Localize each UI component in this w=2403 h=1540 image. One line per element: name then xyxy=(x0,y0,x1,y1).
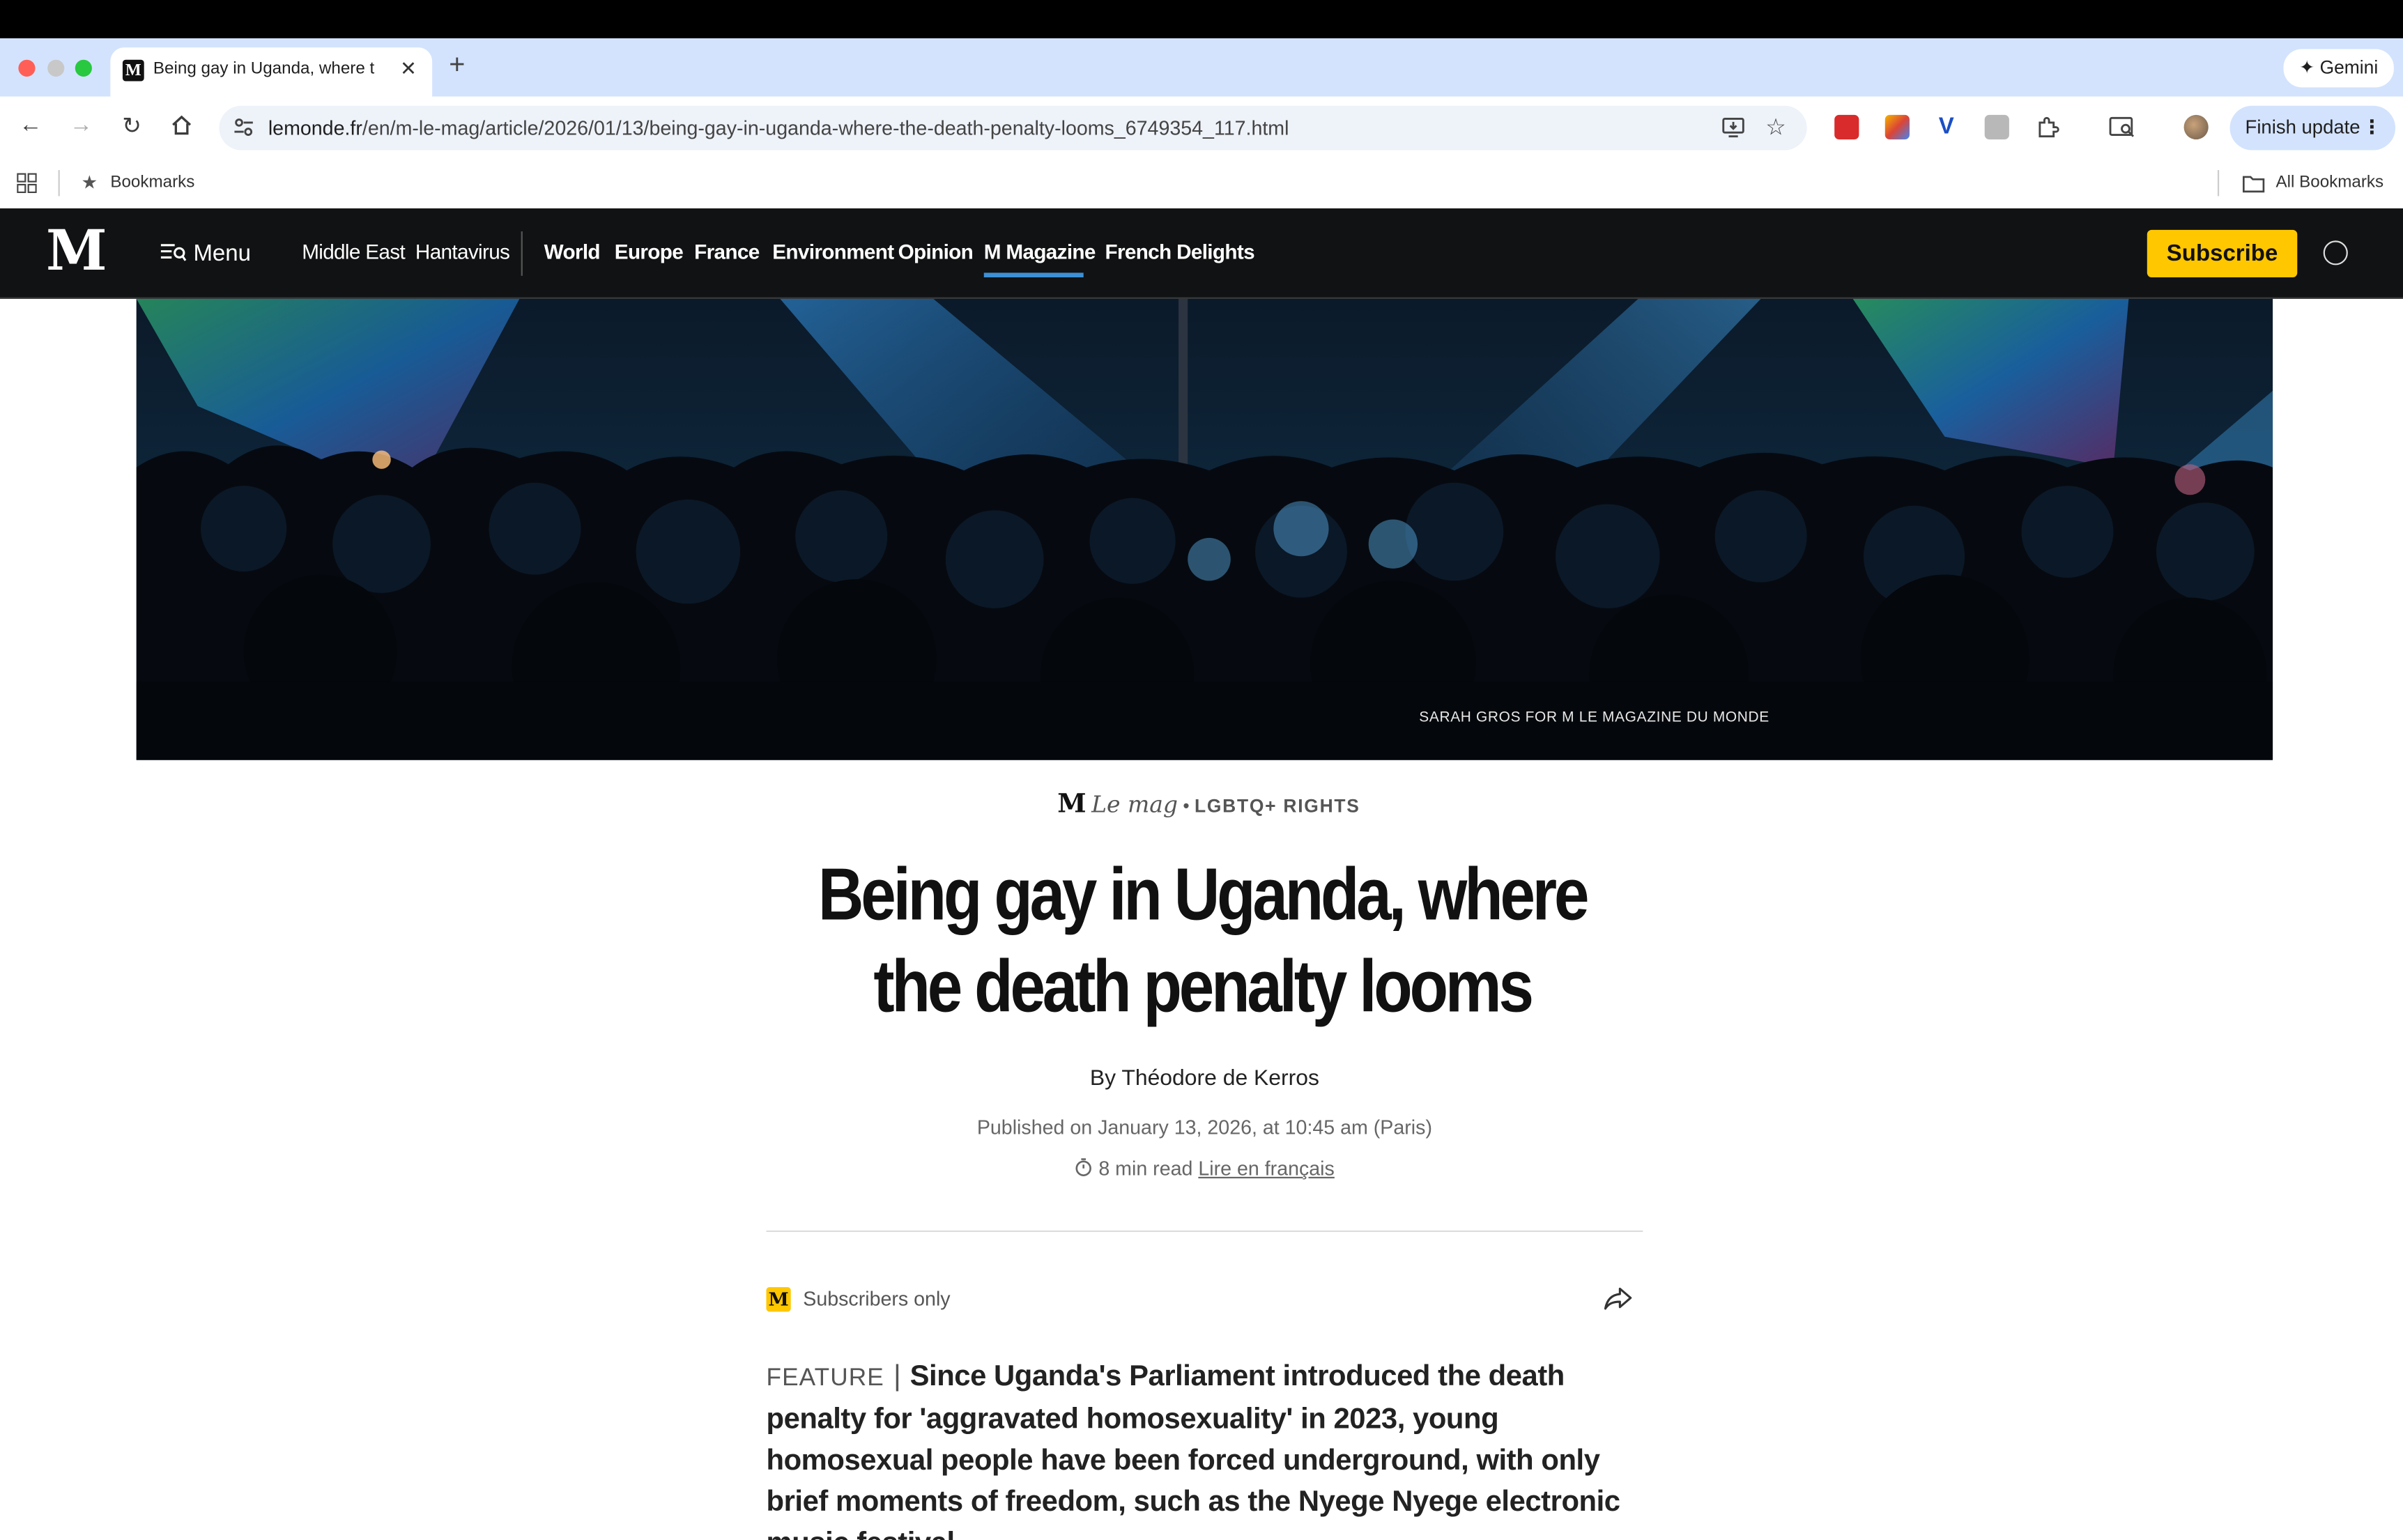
article-byline[interactable]: By Théodore de Kerros xyxy=(767,1067,1643,1091)
sparkle-icon: ✦ xyxy=(2299,56,2315,79)
menu-search-icon xyxy=(160,240,187,266)
rubric-link[interactable]: LGBTQ+ RIGHTS xyxy=(1195,795,1360,817)
tab-search-icon[interactable] xyxy=(2109,115,2135,139)
publish-date: Published on January 13, 2026, at 10:45 … xyxy=(976,1115,1432,1139)
hero-image xyxy=(136,298,2273,760)
bookmarks-divider xyxy=(58,170,60,197)
feature-label: FEATURE xyxy=(766,1365,884,1392)
read-time-row: 8 min read Lire en français xyxy=(767,1157,1643,1180)
close-window-button[interactable] xyxy=(18,59,36,77)
tab-favicon-icon: M xyxy=(122,59,144,82)
back-icon[interactable]: ← xyxy=(17,112,45,138)
share-icon[interactable] xyxy=(1603,1284,1634,1320)
active-nav-indicator xyxy=(983,272,1084,278)
apps-grid-icon[interactable] xyxy=(17,173,37,201)
m-le-mag-logo[interactable]: M xyxy=(1057,789,1086,819)
extension-v-icon[interactable]: V xyxy=(1934,114,1958,139)
nav-link-middle-east[interactable]: Middle East xyxy=(302,240,406,263)
bookmarks-divider-right xyxy=(2217,170,2220,197)
finish-update-label: Finish update xyxy=(2245,116,2360,138)
lead-separator: | xyxy=(893,1360,901,1393)
bookmarks-folder-link[interactable]: Bookmarks xyxy=(110,173,194,191)
screen-top-bar xyxy=(0,0,2403,38)
le-mag-wordmark[interactable]: Le mag xyxy=(1091,791,1178,819)
nav-link-environment[interactable]: Environment xyxy=(772,240,894,263)
finish-update-button[interactable]: Finish update ⋮ xyxy=(2229,105,2396,151)
nav-separator xyxy=(521,231,523,276)
bookmarks-star-icon: ★ xyxy=(81,171,98,194)
folder-icon xyxy=(2242,173,2265,201)
menu-label: Menu xyxy=(193,240,251,267)
tab-active[interactable]: M Being gay in Uganda, where t ✕ xyxy=(110,47,433,97)
bookmark-star-icon[interactable]: ☆ xyxy=(1765,114,1786,141)
extensions-puzzle-icon[interactable] xyxy=(2035,115,2059,139)
nav-link-m-magazine[interactable]: M Magazine xyxy=(984,240,1096,263)
url-text: lemonde.fr/en/m-le-mag/article/2026/01/1… xyxy=(268,116,1289,139)
site-settings-icon[interactable] xyxy=(233,116,254,146)
read-in-french-link[interactable]: Lire en français xyxy=(1198,1157,1334,1180)
le-monde-logo[interactable]: M xyxy=(46,221,107,282)
photo-credit: SARAH GROS FOR M LE MAGAZINE DU MONDE xyxy=(1419,709,1769,727)
extension-color-icon[interactable] xyxy=(1884,114,1910,140)
nav-link-france[interactable]: France xyxy=(694,240,760,263)
tab-close-icon[interactable]: ✕ xyxy=(400,56,417,81)
stopwatch-icon xyxy=(1075,1157,1093,1180)
hero-crowd-illustration xyxy=(136,298,2273,760)
home-icon[interactable] xyxy=(167,114,195,143)
all-bookmarks-link[interactable]: All Bookmarks xyxy=(2276,173,2384,191)
nav-link-europe[interactable]: Europe xyxy=(615,240,684,263)
article-title: Being gay in Uganda, where the death pen… xyxy=(817,855,1590,1029)
install-app-icon[interactable] xyxy=(1721,115,1745,147)
tab-title: Being gay in Uganda, where t xyxy=(153,59,375,79)
gemini-label: Gemini xyxy=(2319,56,2379,79)
nav-link-french-delights[interactable]: French Delights xyxy=(1105,240,1254,263)
subscribers-only-label: Subscribers only xyxy=(803,1287,951,1311)
menu-button[interactable]: Menu xyxy=(160,240,251,267)
subscribers-badge-icon: M xyxy=(766,1287,791,1312)
url-path: /en/m-le-mag/article/2026/01/13/being-ga… xyxy=(362,116,1289,140)
article-lead: FEATURE | Since Uganda's Parliament introd… xyxy=(767,1356,1655,1540)
nav-link-world[interactable]: World xyxy=(544,240,601,263)
maximize-window-button[interactable] xyxy=(75,59,92,77)
extension-red-icon[interactable] xyxy=(1834,114,1859,140)
article-kicker: M Le mag • LGBTQ+ RIGHTS xyxy=(1057,789,1364,819)
minimize-window-button[interactable] xyxy=(47,59,65,77)
browser-window: M Being gay in Uganda, where t ✕ + ✦ Gem… xyxy=(0,0,2403,1540)
forward-icon[interactable]: → xyxy=(68,112,95,138)
nav-link-opinion[interactable]: Opinion xyxy=(898,240,974,263)
url-host: lemonde.fr xyxy=(268,116,362,140)
account-icon[interactable] xyxy=(2323,240,2348,265)
bookmarks-bar xyxy=(0,159,2403,209)
reload-icon[interactable]: ↻ xyxy=(118,112,146,139)
profile-avatar[interactable] xyxy=(2183,114,2209,140)
gemini-button[interactable]: ✦ Gemini xyxy=(2283,49,2394,88)
address-bar[interactable]: lemonde.fr/en/m-le-mag/article/2026/01/1… xyxy=(219,105,1807,151)
extension-gray-icon[interactable] xyxy=(1984,114,2009,140)
more-menu-icon[interactable]: ⋮ xyxy=(2363,106,2381,151)
kicker-separator: • xyxy=(1183,795,1190,817)
read-time: 8 min read xyxy=(1098,1157,1193,1180)
nav-link-hantavirus[interactable]: Hantavirus xyxy=(415,240,510,263)
header-divider xyxy=(766,1230,1643,1232)
subscribe-button[interactable]: Subscribe xyxy=(2147,229,2298,278)
new-tab-button[interactable]: + xyxy=(449,49,465,81)
